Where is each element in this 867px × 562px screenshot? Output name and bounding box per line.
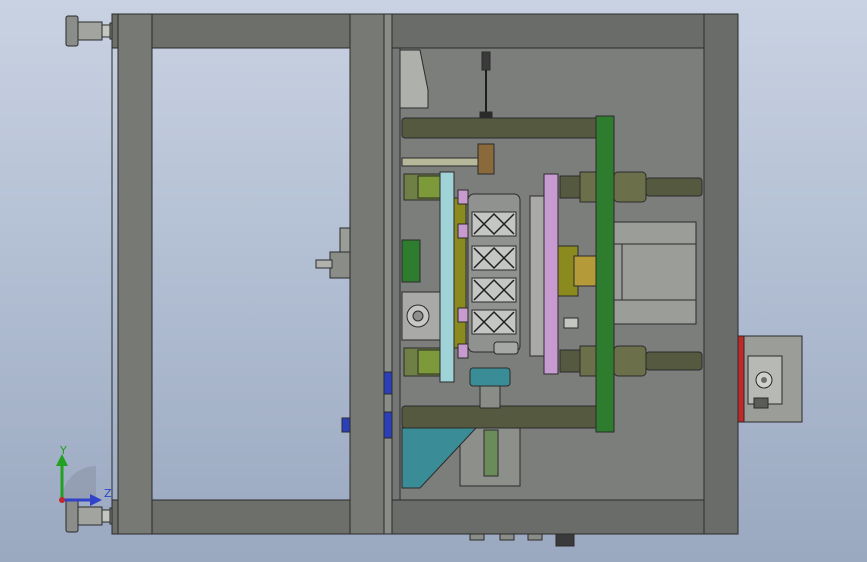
violet-plate xyxy=(543,173,559,375)
z-axis-label: Z xyxy=(104,487,112,500)
guide-rod-bottom xyxy=(401,405,599,429)
clamp-block-bottom xyxy=(403,347,441,377)
sensor-block xyxy=(401,239,421,283)
leveling-foot-top xyxy=(65,15,119,47)
back-plate xyxy=(529,195,545,357)
control-box xyxy=(737,335,803,423)
fitting xyxy=(563,317,579,329)
y-axis-label: Y xyxy=(59,444,67,457)
bottom-fittings xyxy=(469,533,575,547)
coordinate-triad: Y Z xyxy=(56,444,112,506)
air-cylinder xyxy=(613,221,697,325)
side-bracket xyxy=(315,227,351,279)
assembly-drawing: Y Z xyxy=(56,13,803,547)
guide-rod-top xyxy=(401,117,599,139)
green-plate xyxy=(595,115,615,433)
mold-cavity xyxy=(467,193,521,355)
gripper-housing xyxy=(401,291,441,341)
clamp-block-top xyxy=(403,173,441,201)
cad-viewport[interactable]: Y Z xyxy=(0,0,867,562)
